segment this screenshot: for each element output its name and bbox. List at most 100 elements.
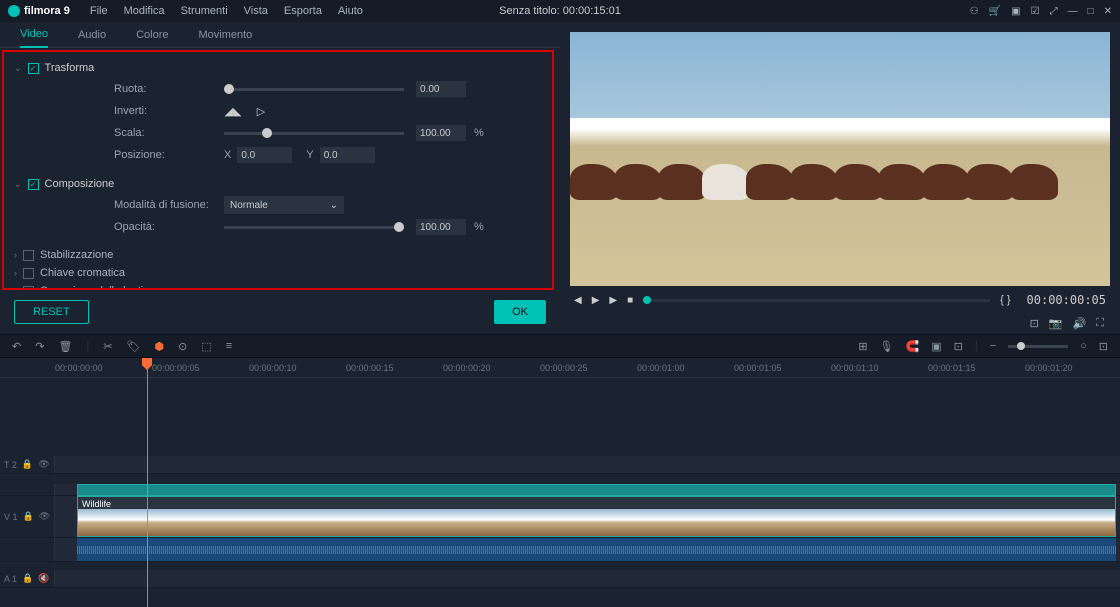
menu-view[interactable]: Vista <box>244 5 268 17</box>
eye-icon[interactable]: 👁 <box>38 459 49 470</box>
chevron-down-icon[interactable]: ⌄ <box>14 63 22 74</box>
tab-color[interactable]: Colore <box>136 23 168 47</box>
lens-checkbox[interactable] <box>23 286 34 291</box>
next-frame-icon[interactable]: ▶ <box>609 295 617 306</box>
stop-icon[interactable]: ■ <box>627 295 633 306</box>
speed-icon[interactable]: ⊙ <box>178 340 187 353</box>
track-body[interactable] <box>55 484 1120 495</box>
composition-title: Composizione <box>45 178 115 190</box>
section-stabilization[interactable]: › Stabilizzazione <box>14 246 542 264</box>
cart-icon[interactable]: 🛒 <box>989 6 1001 17</box>
blend-dropdown[interactable]: Normale⌄ <box>224 196 344 214</box>
ruler-tick: 00:00:00:00 <box>55 363 152 373</box>
chevron-down-icon[interactable]: ⌄ <box>14 179 22 190</box>
preview-pane: ◀ ▶ ▶ ■ { } 00:00:00:05 ⊡ 📷 🔊 ⛶ <box>560 22 1120 334</box>
fit-icon[interactable]: ⊡ <box>954 340 963 353</box>
tab-audio[interactable]: Audio <box>78 23 106 47</box>
ruler-tick: 00:00:01:15 <box>928 363 1025 373</box>
settings-icon[interactable]: ☑ <box>1031 6 1040 17</box>
snapshot-icon[interactable]: 📷 <box>1049 317 1063 330</box>
adjust-icon[interactable]: ≡ <box>226 340 232 352</box>
prev-frame-icon[interactable]: ◀ <box>574 295 582 306</box>
zoom-slider[interactable] <box>1008 345 1068 348</box>
timeline-ruler[interactable]: 00:00:00:00 00:00:00:05 00:00:00:10 00:0… <box>0 358 1120 378</box>
lock-icon[interactable]: 🔒 <box>23 511 34 522</box>
opacity-slider[interactable] <box>224 226 404 229</box>
menu-edit[interactable]: Modifica <box>124 5 165 17</box>
chromakey-checkbox[interactable] <box>23 268 34 279</box>
minimize-icon[interactable]: — <box>1068 6 1078 17</box>
rotate-slider[interactable] <box>224 88 404 91</box>
section-lens[interactable]: › Correzione delle lenti <box>14 282 542 290</box>
playhead[interactable] <box>147 358 148 607</box>
reset-button[interactable]: RESET <box>14 300 89 324</box>
pos-y-input[interactable]: 0.0 <box>320 147 375 163</box>
track-body[interactable]: Wildlife <box>55 496 1120 537</box>
bracket-icon[interactable]: { } <box>1000 294 1010 306</box>
layout-icon[interactable]: ▣ <box>1011 6 1020 17</box>
expand-icon[interactable]: ⤢ <box>1050 6 1058 17</box>
mic-icon[interactable]: 🎙 <box>880 340 894 353</box>
menu-file[interactable]: File <box>90 5 108 17</box>
lock-icon[interactable]: 🔒 <box>22 459 33 470</box>
track-body[interactable] <box>55 456 1120 473</box>
record-icon[interactable]: ⬢ <box>154 340 164 353</box>
track-audio-1: A 1🔒🔇 <box>0 570 1120 588</box>
app-name: filmora 9 <box>24 5 70 17</box>
flip-horizontal-icon[interactable]: ◢◣ <box>224 104 242 118</box>
tab-video[interactable]: Video <box>20 22 48 48</box>
undo-icon[interactable]: ↶ <box>12 340 21 353</box>
position-label: Posizione: <box>114 149 224 161</box>
eye-icon[interactable]: 👁 <box>39 511 50 522</box>
playback-controls: ◀ ▶ ▶ ■ { } 00:00:00:05 <box>570 286 1110 315</box>
close-icon[interactable]: ✕ <box>1104 6 1112 17</box>
delete-icon[interactable]: 🗑 <box>58 340 72 353</box>
mute-icon[interactable]: 🔇 <box>38 573 49 584</box>
menu-export[interactable]: Esporta <box>284 5 322 17</box>
project-title: Senza titolo: 00:00:15:01 <box>499 5 621 17</box>
window-controls: ⚇ 🛒 ▣ ☑ ⤢ — □ ✕ <box>970 6 1112 17</box>
opacity-input[interactable]: 100.00 <box>416 219 466 235</box>
pos-x-input[interactable]: 0.0 <box>237 147 292 163</box>
scale-slider[interactable] <box>224 132 404 135</box>
volume-icon[interactable]: 🔊 <box>1073 317 1087 330</box>
quality-icon[interactable]: ⊡ <box>1030 317 1039 330</box>
ok-button[interactable]: OK <box>494 300 546 324</box>
rotate-input[interactable]: 0.00 <box>416 81 466 97</box>
menu-tools[interactable]: Strumenti <box>181 5 228 17</box>
track-body[interactable] <box>55 538 1120 561</box>
marker-icon[interactable]: 🏷 <box>126 340 140 353</box>
track-body[interactable] <box>55 570 1120 587</box>
chromakey-title: Chiave cromatica <box>40 267 125 279</box>
menu-help[interactable]: Aiuto <box>338 5 363 17</box>
layout-toggle-icon[interactable]: ▣ <box>931 340 941 353</box>
transform-checkbox[interactable]: ✓ <box>28 63 39 74</box>
zoom-in-icon[interactable]: ○ <box>1080 340 1087 352</box>
maximize-icon[interactable]: □ <box>1088 6 1094 17</box>
fullscreen-icon[interactable]: ⛶ <box>1096 317 1104 330</box>
audio-clip[interactable] <box>77 538 1116 561</box>
preview-image[interactable] <box>570 32 1110 286</box>
section-composition: ⌄ ✓ Composizione Modalità di fusione: No… <box>14 174 542 238</box>
lock-icon[interactable]: 🔒 <box>22 573 33 584</box>
text-clip[interactable] <box>77 484 1116 496</box>
playback-slider[interactable] <box>643 299 990 302</box>
crop-icon[interactable]: ⬚ <box>201 340 211 353</box>
clip-name: Wildlife <box>82 499 111 509</box>
cut-icon[interactable]: ✂ <box>103 340 112 353</box>
tab-motion[interactable]: Movimento <box>198 23 252 47</box>
magnet-icon[interactable]: 🧲 <box>906 340 920 353</box>
mixer-icon[interactable]: ⊞ <box>858 340 867 353</box>
play-icon[interactable]: ▶ <box>592 295 600 306</box>
zoom-fit-icon[interactable]: ⊡ <box>1099 340 1108 353</box>
redo-icon[interactable]: ↷ <box>35 340 44 353</box>
composition-checkbox[interactable]: ✓ <box>28 179 39 190</box>
scale-input[interactable]: 100.00 <box>416 125 466 141</box>
zoom-out-icon[interactable]: − <box>990 340 996 352</box>
scale-label: Scala: <box>114 127 224 139</box>
section-chromakey[interactable]: › Chiave cromatica <box>14 264 542 282</box>
account-icon[interactable]: ⚇ <box>970 6 979 17</box>
stabilization-checkbox[interactable] <box>23 250 34 261</box>
flip-vertical-icon[interactable]: ▷ <box>252 104 270 118</box>
video-clip[interactable]: Wildlife <box>77 496 1116 537</box>
